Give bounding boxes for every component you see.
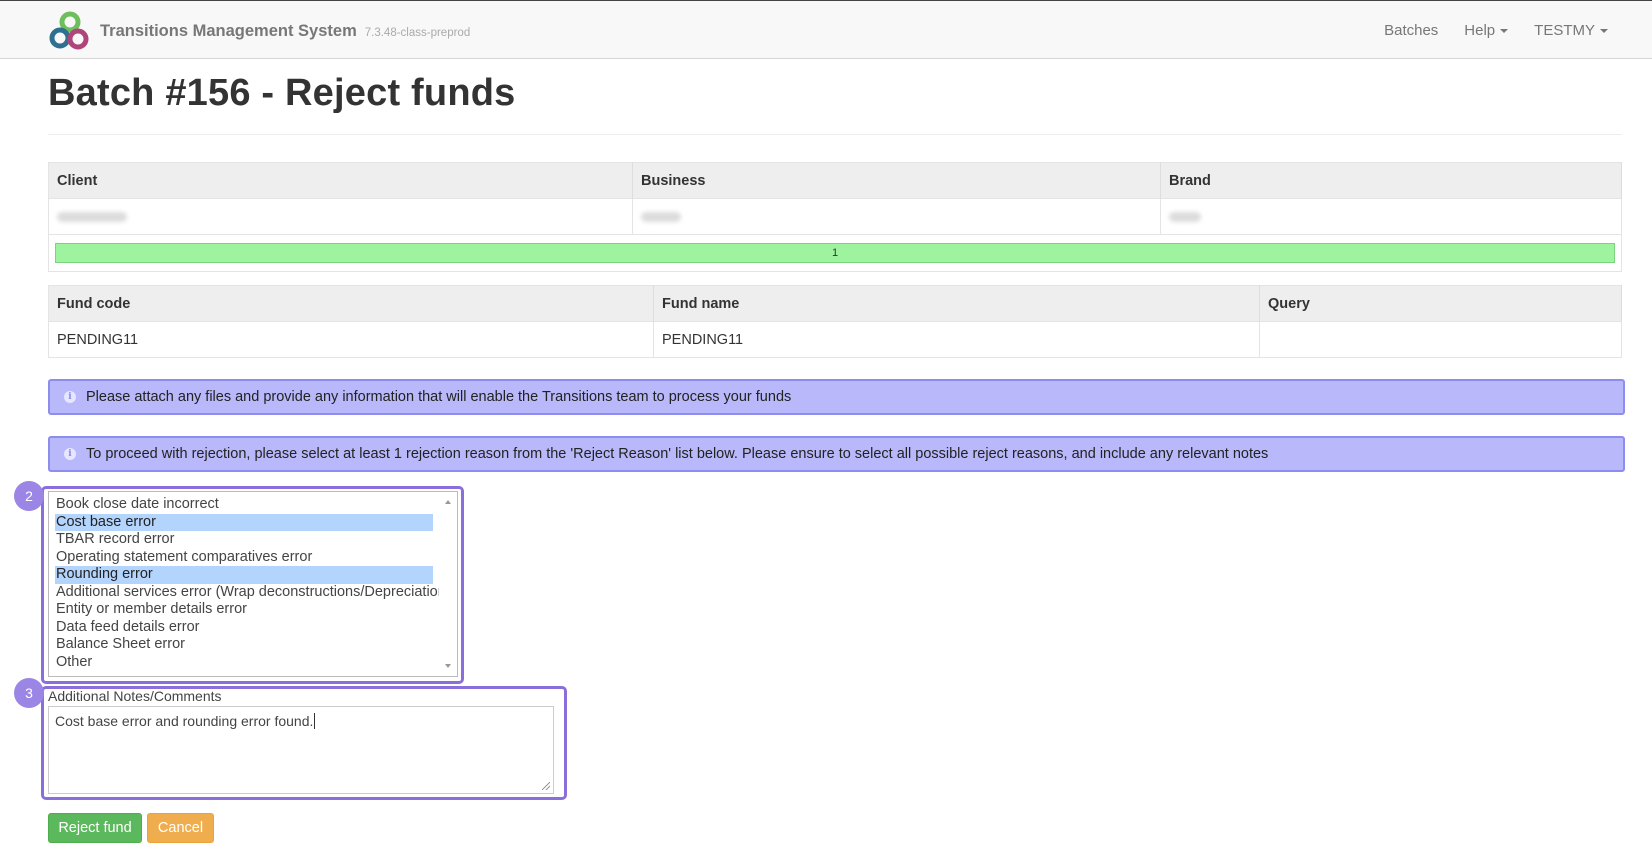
client-value-redacted <box>48 198 633 235</box>
navbar: Transitions Management System 7.3.48-cla… <box>0 0 1652 59</box>
info-icon: i <box>64 391 76 403</box>
annotation-badge-2: 2 <box>14 481 44 511</box>
progress-cell: 1 <box>48 234 1622 272</box>
title-divider <box>48 134 1622 135</box>
text-cursor <box>314 713 316 729</box>
query-cell <box>1259 321 1622 358</box>
table-row <box>48 198 1622 235</box>
info-alert-attach: i Please attach any files and provide an… <box>48 379 1625 415</box>
fund-name-cell: PENDING11 <box>653 321 1260 358</box>
table-row: PENDING11 PENDING11 <box>48 321 1622 358</box>
column-header-business: Business <box>632 162 1161 199</box>
reason-option[interactable]: Data feed details error <box>55 619 433 637</box>
client-table: Client Business Brand 1 <box>48 162 1622 272</box>
reject-fund-button[interactable]: Reject fund <box>48 813 142 843</box>
reject-reason-listbox[interactable]: Book close date incorrect Cost base erro… <box>48 491 458 677</box>
chevron-down-icon <box>1500 28 1509 33</box>
progress-bar: 1 <box>55 243 1615 263</box>
column-header-client: Client <box>48 162 633 199</box>
nav-user-menu[interactable]: TESTMY <box>1534 22 1608 39</box>
annotation-badge-3: 3 <box>14 678 44 708</box>
chevron-down-icon <box>1600 28 1608 33</box>
column-header-brand: Brand <box>1160 162 1622 199</box>
reason-option[interactable]: TBAR record error <box>55 531 433 549</box>
fund-code-cell: PENDING11 <box>48 321 654 358</box>
scroll-down-icon[interactable] <box>445 664 451 668</box>
app-version: 7.3.48-class-preprod <box>364 26 471 39</box>
column-header-fund-code: Fund code <box>48 285 654 322</box>
nav-user-label: TESTMY <box>1534 22 1595 39</box>
reason-option[interactable]: Other <box>55 654 433 672</box>
business-value-redacted <box>632 198 1161 235</box>
notes-label: Additional Notes/Comments <box>48 688 222 704</box>
fund-table: Fund code Fund name Query PENDING11 PEND… <box>48 285 1622 358</box>
alert-text: To proceed with rejection, please select… <box>86 446 1269 462</box>
reason-option[interactable]: Book close date incorrect <box>55 496 433 514</box>
reason-option[interactable]: Balance Sheet error <box>55 636 433 654</box>
nav-batches[interactable]: Batches <box>1384 22 1438 39</box>
scroll-up-icon[interactable] <box>445 500 451 504</box>
alert-text: Please attach any files and provide any … <box>86 389 792 405</box>
nav-batches-label: Batches <box>1384 22 1439 39</box>
notes-value: Cost base error and rounding error found… <box>55 713 314 729</box>
listbox-scrollbar[interactable] <box>439 492 457 676</box>
info-icon: i <box>64 448 76 460</box>
nav-help[interactable]: Help <box>1464 22 1509 39</box>
table-header-row: Fund code Fund name Query <box>48 285 1622 322</box>
notes-textarea[interactable]: Cost base error and rounding error found… <box>48 706 554 794</box>
nav-help-label: Help <box>1464 22 1496 39</box>
reason-option[interactable]: Entity or member details error <box>55 601 433 619</box>
table-header-row: Client Business Brand <box>48 162 1622 199</box>
reason-option-selected[interactable]: Rounding error <box>55 566 433 584</box>
cancel-button[interactable]: Cancel <box>147 813 214 843</box>
reason-option[interactable]: Operating statement comparatives error <box>55 549 433 567</box>
reason-option-selected[interactable]: Cost base error <box>55 513 433 531</box>
logo-icon <box>49 11 89 50</box>
app-title: Transitions Management System <box>100 21 357 40</box>
progress-row: 1 <box>48 234 1622 272</box>
brand[interactable]: Transitions Management System 7.3.48-cla… <box>48 11 470 51</box>
resize-grip-icon[interactable] <box>542 782 550 790</box>
reason-option[interactable]: Additional services error (Wrap deconstr… <box>55 584 451 602</box>
progress-label: 1 <box>831 247 839 259</box>
column-header-query: Query <box>1259 285 1622 322</box>
brand-value-redacted <box>1160 198 1622 235</box>
info-alert-reject: i To proceed with rejection, please sele… <box>48 436 1625 472</box>
nav-links: Batches Help TESTMY <box>1358 1 1608 60</box>
page-title: Batch #156 - Reject funds <box>48 72 516 114</box>
column-header-fund-name: Fund name <box>653 285 1260 322</box>
